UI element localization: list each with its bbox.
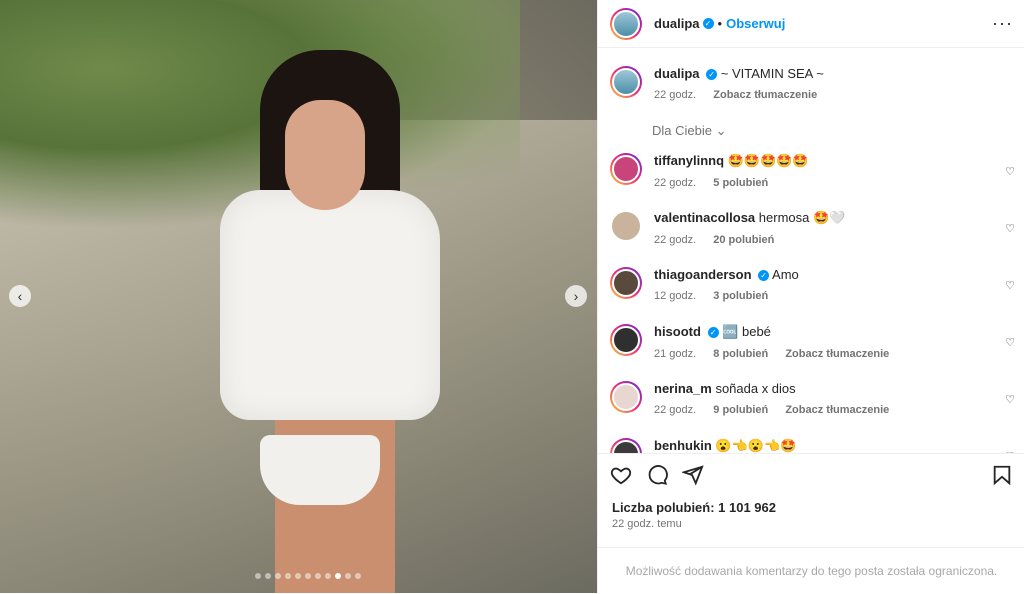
caption-username[interactable]: dualipa [654,66,700,81]
separator-dot: • [717,16,723,31]
verified-icon: ✓ [758,270,770,282]
translate-link[interactable]: Zobacz tłumaczenie [713,89,817,101]
post-caption: dualipa ✓ ~ VITAMIN SEA ~ 22 godz. Zobac… [598,48,1024,101]
heart-icon[interactable]: ♡ [1005,222,1015,235]
comment-item: tiffanylinnq 🤩🤩🤩🤩🤩 22 godz. 5 polubień ♡ [598,139,1024,196]
comment-likes[interactable]: 3 polubień [713,290,768,302]
carousel-indicator [255,573,361,579]
comment-item: thiagoanderson ✓ Amo 12 godz. 3 polubień… [598,253,1024,310]
comment-text: 🤩🤩🤩🤩🤩 [727,153,809,168]
carousel-dot [345,573,351,579]
woman-figure [215,40,445,593]
comment-likes[interactable]: 20 polubień [713,234,774,246]
post-side-panel: dualipa ✓ • Obserwuj ··· dualipa ✓ ~ VIT… [597,0,1024,593]
comment-username[interactable]: hisootd [654,324,701,339]
follow-button[interactable]: Obserwuj [726,16,785,31]
post-header: dualipa ✓ • Obserwuj ··· [598,0,1024,48]
carousel-dot [325,573,331,579]
avatar[interactable] [610,267,642,299]
comment-username[interactable]: nerina_m [654,381,712,396]
comment-item: benhukin 😮👈😮👈🤩 ♡ [598,424,1024,453]
post-photo[interactable]: ‹ › [0,0,597,593]
verified-icon: ✓ [702,18,714,29]
carousel-dot [355,573,361,579]
share-icon[interactable] [682,464,704,486]
heart-icon[interactable]: ♡ [1005,336,1015,349]
carousel-dot [305,573,311,579]
carousel-dot [295,573,301,579]
post-actions: Liczba polubień: 1 101 962 22 godz. temu [598,453,1024,548]
heart-icon[interactable]: ♡ [1005,393,1015,406]
comment-username[interactable]: thiagoanderson [654,267,752,282]
more-options-icon[interactable]: ··· [992,13,1013,34]
comment-username[interactable]: valentinacollosa [654,210,755,225]
comments-list[interactable]: dualipa ✓ ~ VITAMIN SEA ~ 22 godz. Zobac… [598,48,1024,453]
comment-likes[interactable]: 8 polubień [713,348,768,360]
avatar[interactable] [610,210,642,242]
bookmark-icon[interactable] [991,464,1013,486]
likes-count[interactable]: Liczba polubień: 1 101 962 [598,486,1024,515]
comment-username[interactable]: benhukin [654,438,712,453]
carousel-dot [275,573,281,579]
comment-likes[interactable]: 9 polubień [713,404,768,416]
avatar[interactable] [610,66,642,98]
comment-likes[interactable]: 5 polubień [713,177,768,189]
avatar[interactable] [610,381,642,413]
comment-text: 😮👈😮👈🤩 [715,438,797,453]
comment-icon[interactable] [646,464,668,486]
comment-item: nerina_m soñada x dios 22 godz. 9 polubi… [598,367,1024,424]
comment-text: hermosa 🤩🤍 [758,210,846,225]
carousel-dot [335,573,341,579]
comment-time: 12 godz. [654,290,697,302]
carousel-dot [285,573,291,579]
comment-filter-label: Dla Ciebie [652,123,712,138]
comment-username[interactable]: tiffanylinnq [654,153,724,168]
translate-link[interactable]: Zobacz tłumaczenie [785,348,889,360]
heart-icon[interactable]: ♡ [1005,279,1015,292]
carousel-dot [315,573,321,579]
carousel-dot [255,573,261,579]
comment-text: Amo [772,267,799,282]
carousel-dot [265,573,271,579]
author-username[interactable]: dualipa [654,16,700,31]
comment-text: soñada x dios [715,381,796,396]
comment-text: 🆒 bebé [722,324,771,339]
comment-time: 22 godz. [654,234,697,246]
verified-icon: ✓ [707,327,719,339]
prev-photo-button[interactable]: ‹ [9,285,31,307]
heart-icon[interactable]: ♡ [1005,165,1015,178]
caption-time: 22 godz. [654,89,697,101]
comment-time: 22 godz. [654,404,697,416]
avatar[interactable] [610,7,642,40]
translate-link[interactable]: Zobacz tłumaczenie [785,404,889,416]
caption-text: ~ VITAMIN SEA ~ [720,66,824,81]
avatar[interactable] [610,324,642,356]
comment-time: 22 godz. [654,177,697,189]
avatar[interactable] [610,153,642,185]
comments-disabled-notice: Możliwość dodawania komentarzy do tego p… [598,547,1024,594]
chevron-down-icon: ⌄ [715,123,727,138]
next-photo-button[interactable]: › [565,285,587,307]
comment-item: valentinacollosa hermosa 🤩🤍 22 godz. 20 … [598,196,1024,253]
comment-item: hisootd ✓ 🆒 bebé 21 godz. 8 polubień Zob… [598,310,1024,367]
comment-filter[interactable]: Dla Ciebie ⌄ [598,101,1024,139]
post-time[interactable]: 22 godz. temu [598,515,1024,533]
comment-time: 21 godz. [654,348,697,360]
verified-icon: ✓ [706,69,718,81]
avatar[interactable] [610,438,642,453]
like-icon[interactable] [610,464,632,486]
